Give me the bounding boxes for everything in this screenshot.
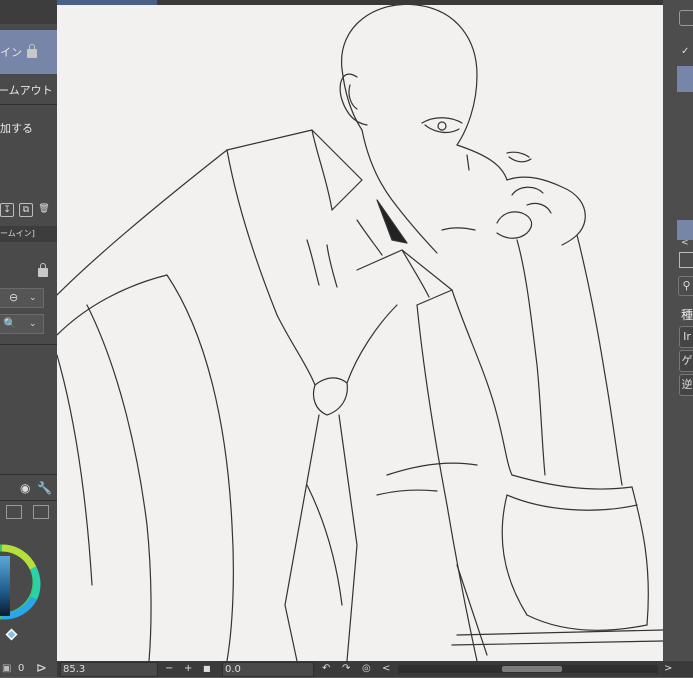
option-label: 逆 (681, 378, 693, 391)
reset-rotation-icon[interactable]: ◎ (362, 661, 371, 677)
panel-icon[interactable] (33, 505, 49, 519)
menu-item-add[interactable]: 加する (0, 118, 57, 140)
chevron-down-icon: ⌄ (29, 293, 37, 303)
zoom-out-button[interactable]: − (165, 661, 173, 677)
folder-icon[interactable] (679, 252, 693, 268)
option-label: Ir (683, 330, 691, 343)
rotate-right-icon[interactable]: ↷ (342, 661, 350, 677)
menu-item-label: 加する (0, 122, 33, 135)
lock-icon (38, 263, 48, 277)
menu-item-label: イン (0, 46, 22, 59)
trash-icon[interactable]: 🗑 (38, 203, 50, 215)
menu-item-label: ームアウト (0, 84, 53, 97)
left-panel: イン ームアウト 加する ↧ ⧉ 🗑 ームイン] ⊖ ⌄ 🔍 ⌄ ◉ 🔧 (0, 0, 57, 677)
divider (0, 104, 57, 105)
panel-tab[interactable]: ームイン] (0, 226, 57, 242)
lock-icon (27, 44, 37, 58)
rotation-value: 0.0 (225, 664, 241, 675)
divider (0, 474, 57, 475)
play-icon[interactable]: ⊳ (36, 661, 47, 677)
color-wheel[interactable] (0, 522, 57, 652)
scrollbar-thumb[interactable] (502, 666, 562, 672)
circle-minus-icon: ⊖ (9, 291, 19, 304)
horizontal-scrollbar[interactable] (398, 665, 658, 673)
panel-header (0, 0, 57, 24)
line-art-sketch (57, 5, 663, 661)
right-panel: ✓ < ⚲ 種 Ir ゲ 逆 (663, 0, 693, 677)
wrench-icon[interactable]: 🔧 (37, 481, 52, 495)
chevron-right-icon[interactable]: > (664, 661, 672, 677)
chevron-left-icon[interactable]: < (681, 238, 689, 248)
panel-icon[interactable] (6, 505, 22, 519)
selection-tool-dropdown[interactable]: 🔍 ⌄ (0, 314, 44, 334)
panel-menu-icon[interactable] (679, 10, 693, 26)
layer-row[interactable] (0, 262, 57, 284)
dial-icon[interactable]: ◉ (20, 481, 30, 495)
right-panel-selected-item[interactable] (677, 66, 693, 92)
blend-mode-dropdown[interactable]: ⊖ ⌄ (0, 288, 44, 308)
right-panel-selected-item[interactable] (677, 220, 693, 240)
zoom-field[interactable]: 85.3 (60, 662, 158, 677)
duplicate-icon[interactable]: ↧ (0, 203, 14, 217)
palette-icon[interactable]: ▣ (2, 661, 11, 677)
status-bar: ▣ 0 ⊳ 85.3 − + ■ 0.0 ↶ ↷ ◎ < > (0, 661, 693, 677)
zoom-in-button[interactable]: + (184, 661, 192, 677)
label-type: 種 (681, 308, 693, 322)
option-button[interactable]: Ir (679, 326, 693, 348)
copy-icon[interactable]: ⧉ (19, 203, 33, 217)
chevron-left-icon[interactable]: < (382, 661, 390, 677)
zoom-value: 85.3 (63, 664, 86, 675)
magnifier-icon: 🔍 (3, 317, 17, 330)
option-button[interactable]: 逆 (679, 374, 693, 396)
divider (0, 344, 57, 345)
search-icon[interactable]: ⚲ (678, 276, 693, 296)
brush-size-value: 0 (18, 663, 25, 674)
rotation-field[interactable]: 0.0 (222, 662, 314, 677)
chevron-down-icon: ⌄ (29, 319, 37, 329)
rotate-left-icon[interactable]: ↶ (322, 661, 330, 677)
chevron-down-icon[interactable]: ✓ (681, 46, 689, 57)
option-label: ゲ (681, 354, 693, 367)
fit-icon[interactable]: ■ (203, 661, 211, 677)
menu-item-zoom-in[interactable]: イン (0, 30, 57, 74)
panel-tab-label: ームイン] (0, 229, 35, 238)
divider (0, 500, 57, 501)
menu-item-zoom-out[interactable]: ームアウト (0, 80, 57, 102)
option-button[interactable]: ゲ (679, 350, 693, 372)
drawing-canvas[interactable] (57, 5, 663, 661)
